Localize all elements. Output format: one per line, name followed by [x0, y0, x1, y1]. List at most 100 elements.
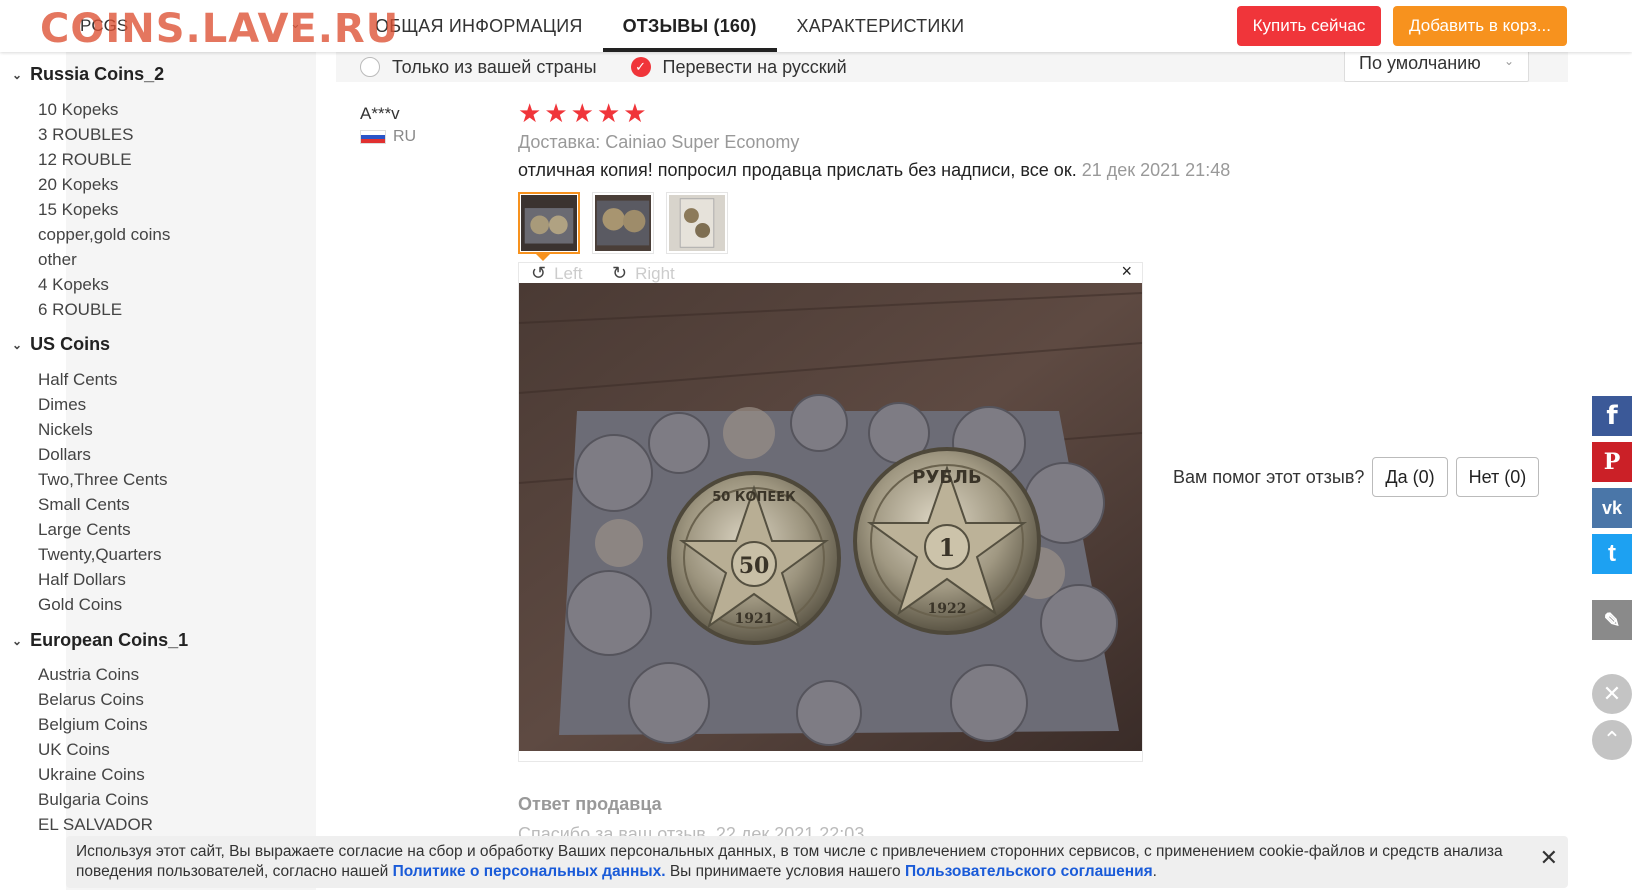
- sidebar-item[interactable]: Bulgaria Coins: [38, 790, 149, 810]
- chevron-down-icon: ⌄: [12, 633, 23, 648]
- close-icon[interactable]: ×: [1121, 261, 1132, 282]
- photo-viewer: ↺ Left ↻ Right × 50 50 КОПЕЕК 1921 1 РУБ…: [518, 261, 1143, 762]
- review-filters: Только из вашей страны ✓ Перевести на ру…: [360, 52, 881, 82]
- coins-photo-thumb: [595, 195, 651, 251]
- star-icon: ★: [623, 98, 647, 128]
- twitter-share-button[interactable]: t: [1592, 534, 1632, 574]
- sidebar-item[interactable]: Large Cents: [38, 520, 131, 540]
- pinterest-share-button[interactable]: P: [1592, 442, 1632, 482]
- sidebar-item[interactable]: 3 ROUBLES: [38, 125, 133, 145]
- sidebar-group-us-coins[interactable]: ⌄ US Coins: [12, 334, 110, 355]
- sidebar-item[interactable]: UK Coins: [38, 740, 110, 760]
- close-icon: ✕: [1602, 681, 1622, 706]
- facebook-icon: f: [1606, 401, 1618, 431]
- sidebar-item[interactable]: Two,Three Cents: [38, 470, 167, 490]
- review-photo-thumb[interactable]: [518, 192, 580, 254]
- sidebar-item[interactable]: Small Cents: [38, 495, 130, 515]
- sidebar-item[interactable]: 20 Kopeks: [38, 175, 118, 195]
- sidebar-item[interactable]: copper,gold coins: [38, 225, 170, 245]
- photo-viewer-toolbar: ↺ Left ↻ Right ×: [519, 261, 1142, 284]
- delivery-method: Доставка: Cainiao Super Economy: [518, 132, 800, 152]
- sidebar-group-title: European Coins_1: [30, 630, 189, 650]
- sidebar-item[interactable]: Dimes: [38, 395, 86, 415]
- pencil-icon: ✎: [1603, 609, 1621, 632]
- review-body: отличная копия! попросил продавца присла…: [518, 160, 1077, 180]
- cookie-banner: Используя этот сайт, Вы выражаете соглас…: [66, 836, 1568, 888]
- rotate-left-icon: ↺: [531, 263, 547, 283]
- helpful-question: Вам помог этот отзыв?: [1173, 466, 1365, 487]
- facebook-share-button[interactable]: f: [1592, 396, 1632, 436]
- rotate-left-label: Left: [554, 263, 583, 283]
- edit-button[interactable]: ✎: [1592, 600, 1632, 640]
- star-icon: ★: [596, 98, 621, 128]
- cookie-text: Вы принимаете условия нашего: [669, 863, 901, 880]
- reviewer-name: A***v: [360, 104, 400, 123]
- sidebar-item[interactable]: 12 ROUBLE: [38, 150, 132, 170]
- sidebar-group-european-coins-1[interactable]: ⌄ European Coins_1: [12, 630, 188, 651]
- sidebar-item[interactable]: 15 Kopeks: [38, 200, 118, 220]
- coins-photo-thumb: [521, 195, 577, 251]
- rotate-right-label: Right: [635, 263, 675, 283]
- sidebar-item[interactable]: Gold Coins: [38, 595, 122, 615]
- sidebar-item[interactable]: 6 ROUBLE: [38, 300, 122, 320]
- sidebar-item[interactable]: Half Cents: [38, 370, 117, 390]
- close-icon[interactable]: ✕: [1540, 847, 1558, 869]
- sidebar-item[interactable]: 10 Kopeks: [38, 100, 118, 120]
- sidebar-item[interactable]: 4 Kopeks: [38, 275, 109, 295]
- sidebar-item[interactable]: EL SALVADOR: [38, 815, 153, 835]
- sidebar-item[interactable]: Ukraine Coins: [38, 765, 145, 785]
- rotate-right-button[interactable]: ↻ Right: [612, 263, 675, 284]
- selected-thumb-caret: [536, 254, 550, 261]
- add-to-cart-button[interactable]: Добавить в корз...: [1393, 6, 1567, 46]
- sidebar-item[interactable]: other: [38, 250, 77, 270]
- check-icon: ✓: [635, 59, 646, 74]
- rotate-left-button[interactable]: ↺ Left: [531, 263, 582, 284]
- coin-left-value: 50: [739, 553, 770, 579]
- coins-photo: 50 50 КОПЕЕК 1921 1 РУБЛЬ 1922: [519, 283, 1142, 751]
- rotate-right-icon: ↻: [612, 263, 628, 283]
- sidebar-item[interactable]: Nickels: [38, 420, 93, 440]
- sidebar-item[interactable]: Austria Coins: [38, 665, 139, 685]
- pinterest-icon: P: [1603, 449, 1621, 475]
- sidebar-item[interactable]: Half Dollars: [38, 570, 126, 590]
- coins-photo-thumb: [669, 195, 725, 251]
- buy-now-button[interactable]: Купить сейчас: [1237, 6, 1381, 46]
- scroll-top-button[interactable]: ⌃: [1592, 720, 1632, 760]
- chevron-down-icon: ⌄: [1503, 54, 1514, 68]
- chevron-up-icon: ⌃: [1602, 727, 1622, 752]
- vk-share-button[interactable]: vk: [1592, 488, 1632, 528]
- own-country-checkbox[interactable]: [360, 57, 380, 77]
- sidebar-group-russia-coins-2[interactable]: ⌄ Russia Coins_2: [12, 64, 164, 85]
- review-photo: 50 50 КОПЕЕК 1921 1 РУБЛЬ 1922: [519, 283, 1142, 751]
- sidebar-item[interactable]: Dollars: [38, 445, 91, 465]
- sidebar-item[interactable]: Twenty,Quarters: [38, 545, 161, 565]
- privacy-policy-link[interactable]: Политике о персональных данных.: [393, 863, 666, 880]
- sidebar-item[interactable]: Belgium Coins: [38, 715, 148, 735]
- star-icon: ★: [518, 98, 542, 128]
- coin-left-year: 1921: [735, 611, 774, 627]
- chevron-down-icon: ⌄: [12, 337, 23, 352]
- coin-right-year: 1922: [928, 601, 967, 617]
- sort-select-value: По умолчанию: [1359, 52, 1481, 73]
- user-agreement-link[interactable]: Пользовательского соглашения: [905, 863, 1153, 880]
- helpful-no-button[interactable]: Нет (0): [1455, 457, 1540, 497]
- tab-specifications[interactable]: ХАРАКТЕРИСТИКИ: [777, 0, 985, 52]
- review-date: 21 дек 2021 21:48: [1081, 160, 1231, 180]
- cookie-text: .: [1152, 863, 1157, 880]
- twitter-icon: t: [1608, 540, 1616, 567]
- sidebar-group-title: Russia Coins_2: [30, 64, 165, 84]
- sidebar-group-title: US Coins: [30, 334, 111, 354]
- star-icon: ★: [570, 98, 594, 128]
- chevron-down-icon: ⌄: [12, 67, 23, 82]
- sidebar-item[interactable]: Belarus Coins: [38, 690, 144, 710]
- translate-label[interactable]: Перевести на русский: [663, 57, 847, 78]
- reviewer-country: RU: [393, 128, 417, 145]
- review-photo-thumb[interactable]: [666, 192, 728, 254]
- own-country-label[interactable]: Только из вашей страны: [392, 57, 597, 78]
- tab-reviews[interactable]: ОТЗЫВЫ (160): [602, 0, 777, 52]
- helpful-yes-button[interactable]: Да (0): [1372, 457, 1448, 497]
- close-share-button[interactable]: ✕: [1592, 674, 1632, 714]
- translate-checkbox[interactable]: ✓: [630, 57, 651, 77]
- review-helpful: Вам помог этот отзыв? Да (0) Нет (0): [1173, 457, 1547, 497]
- review-photo-thumb[interactable]: [592, 192, 654, 254]
